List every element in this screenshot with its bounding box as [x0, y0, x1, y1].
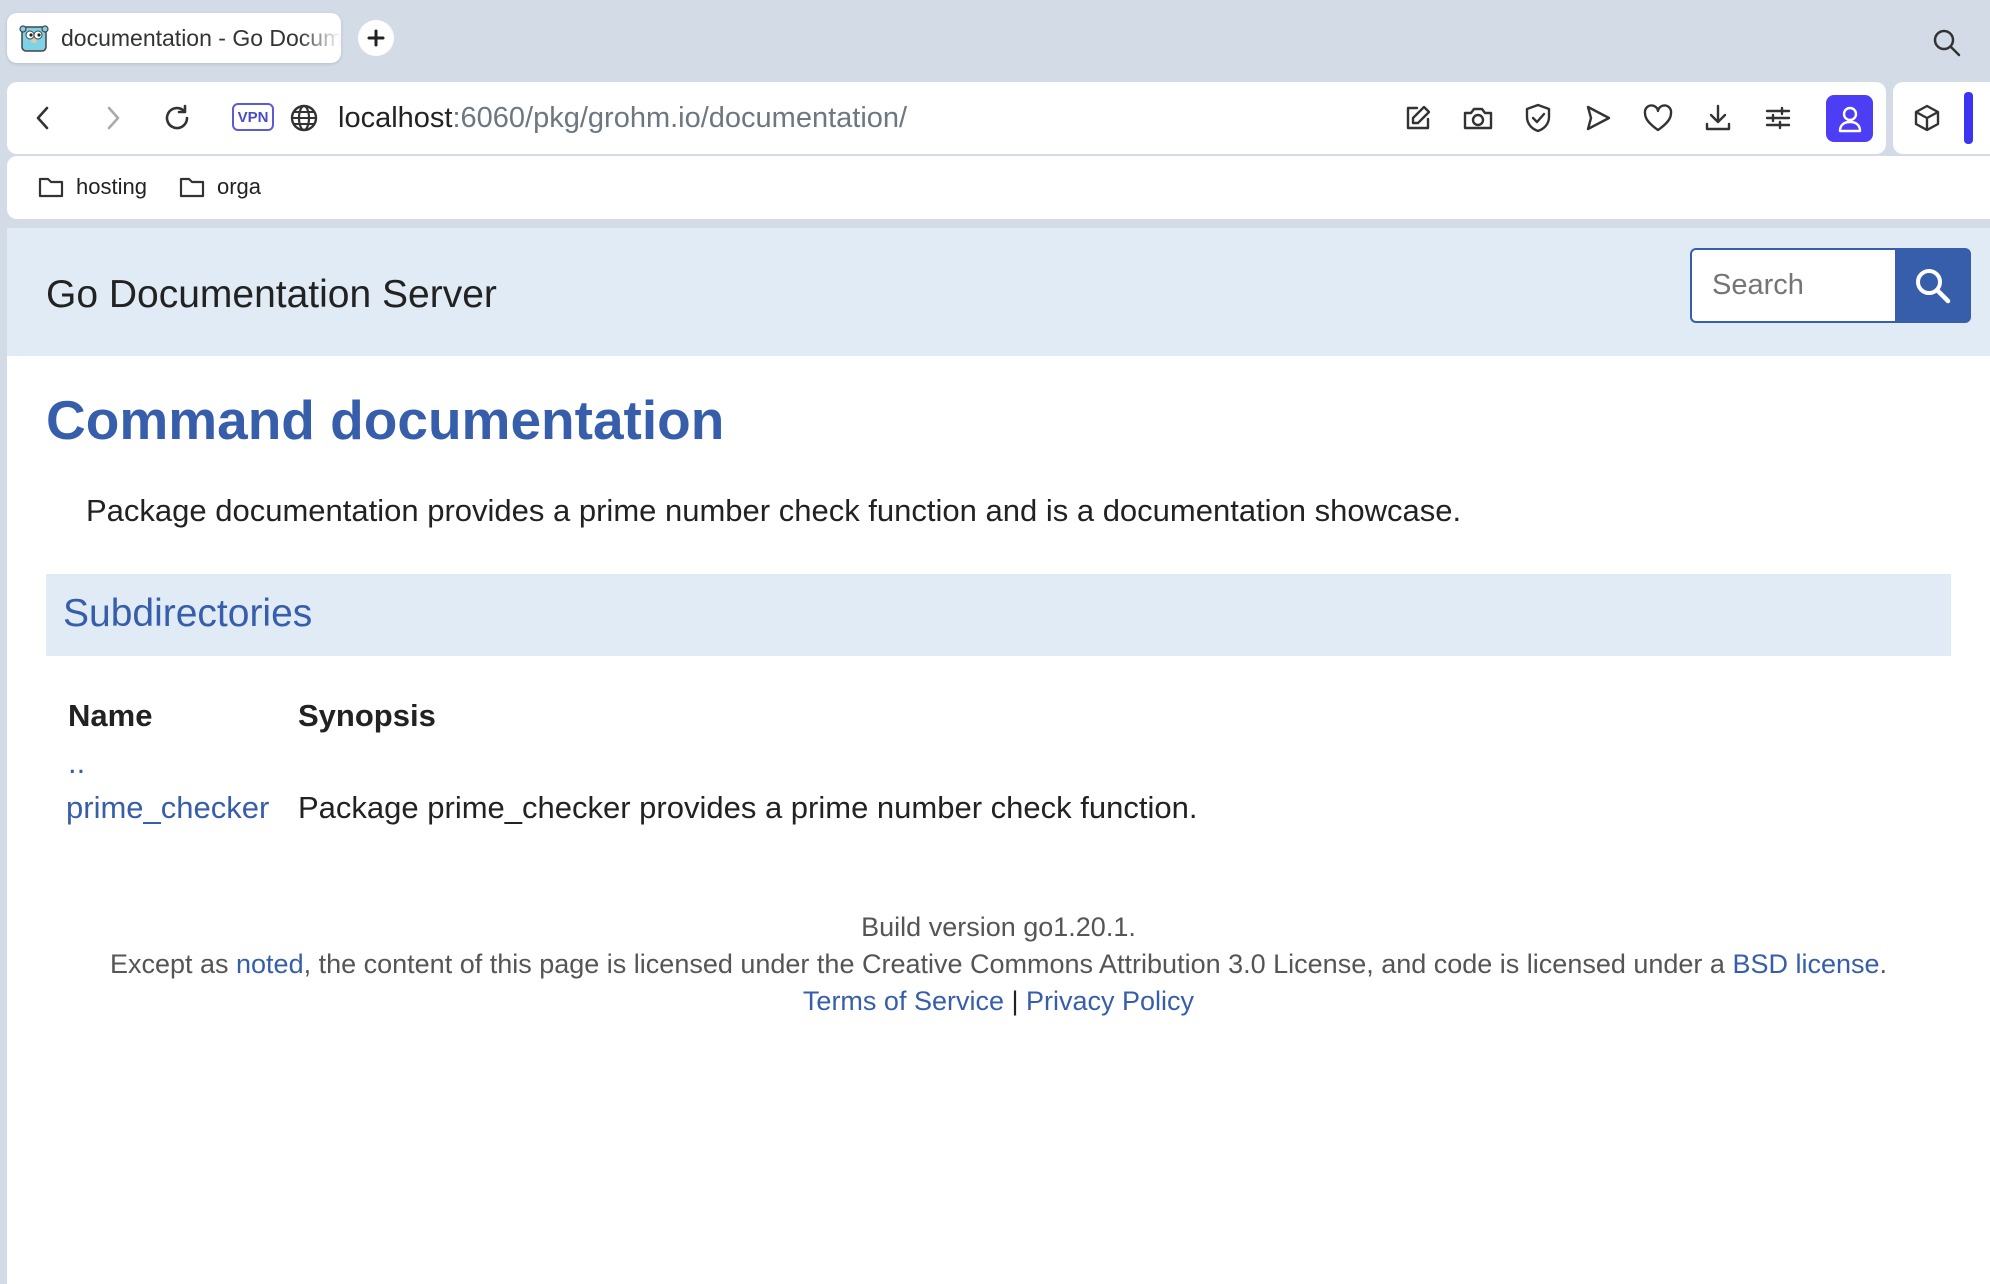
search-input[interactable] — [1690, 248, 1895, 323]
bookmark-folder-hosting[interactable]: hosting — [38, 174, 147, 200]
search-icon — [1933, 29, 1961, 57]
bookmarks-bar: hosting orga — [7, 156, 1990, 219]
subdirectories-header[interactable]: Subdirectories — [46, 574, 1951, 656]
bookmark-folder-orga[interactable]: orga — [179, 174, 261, 200]
column-header-name: Name — [68, 698, 153, 733]
profile-button[interactable] — [1826, 95, 1873, 142]
edit-icon — [1406, 105, 1431, 130]
chevron-right-icon — [107, 106, 120, 130]
bookmark-label: hosting — [76, 174, 147, 199]
cube-icon — [1914, 104, 1940, 132]
privacy-policy-link[interactable]: Privacy Policy — [1026, 986, 1194, 1016]
active-tab[interactable]: documentation - Go Documentation Server — [7, 13, 341, 63]
url-field[interactable]: localhost:6060/pkg/grohm.io/documentatio… — [338, 102, 907, 135]
site-info-button[interactable] — [288, 102, 320, 134]
bsd-license-link[interactable]: BSD license — [1732, 949, 1879, 979]
reload-icon — [165, 104, 189, 130]
url-path: :6060/pkg/grohm.io/documentation/ — [452, 102, 908, 134]
sidebar-toggle-indicator[interactable] — [1964, 92, 1973, 144]
footer-separator: | — [1003, 986, 1027, 1016]
send-button[interactable] — [1580, 100, 1616, 136]
bookmark-label: orga — [217, 174, 262, 199]
user-icon — [1838, 106, 1861, 132]
shield-button[interactable] — [1520, 100, 1556, 136]
tab-bar: documentation - Go Documentation Server — [0, 0, 1990, 80]
vpn-badge[interactable]: VPN — [232, 103, 274, 131]
search-button[interactable] — [1895, 248, 1971, 323]
site-header: Go Documentation Server — [7, 228, 1990, 356]
shield-icon — [1525, 103, 1551, 133]
license-suffix: . — [1879, 949, 1888, 979]
camera-icon — [1463, 107, 1493, 130]
footer-links: Terms of Service | Privacy Policy — [7, 986, 1990, 1017]
favorite-button[interactable] — [1640, 100, 1676, 136]
forward-button[interactable] — [97, 102, 129, 134]
subdirectory-link-prime-checker[interactable]: prime_checker — [66, 790, 269, 826]
new-tab-button[interactable] — [358, 20, 394, 56]
screenshot-button[interactable] — [1460, 100, 1496, 136]
heart-icon — [1643, 104, 1673, 132]
back-button[interactable] — [27, 102, 59, 134]
column-header-synopsis: Synopsis — [298, 698, 436, 733]
sliders-icon — [1765, 106, 1791, 130]
folder-icon — [179, 177, 205, 198]
send-icon — [1586, 105, 1611, 131]
license-prefix: Except as — [109, 949, 237, 979]
downloads-button[interactable] — [1700, 100, 1736, 136]
reload-button[interactable] — [160, 101, 194, 135]
edit-button[interactable] — [1400, 100, 1436, 136]
noted-link[interactable]: noted — [236, 949, 304, 979]
package-synopsis: Package documentation provides a prime n… — [86, 493, 1462, 528]
extensions-panel — [1893, 82, 1990, 154]
download-icon — [1705, 104, 1731, 131]
address-bar: VPN localhost:6060/pkg/grohm.io/document… — [7, 82, 1886, 154]
license-middle: , the content of this page is licensed u… — [303, 949, 1733, 979]
subdirectories-title: Subdirectories — [63, 592, 313, 635]
parent-directory-link[interactable]: .. — [68, 745, 85, 781]
page-title: Command documentation — [46, 389, 725, 451]
tab-title: documentation - Go Documentation Server — [61, 24, 341, 51]
plus-icon — [367, 29, 385, 47]
chevron-left-icon — [36, 106, 49, 130]
folder-icon — [38, 177, 64, 198]
url-host: localhost — [338, 102, 453, 134]
terms-of-service-link[interactable]: Terms of Service — [803, 986, 1004, 1016]
license-text: Except as noted, the content of this pag… — [7, 949, 1990, 980]
build-version: Build version go1.20.1. — [861, 912, 1136, 942]
subdirectory-synopsis: Package prime_checker provides a prime n… — [298, 790, 1198, 825]
settings-button[interactable] — [1760, 100, 1796, 136]
site-title[interactable]: Go Documentation Server — [46, 273, 497, 317]
gopher-favicon-icon — [19, 25, 49, 52]
extensions-button[interactable] — [1909, 100, 1945, 136]
tab-search-button[interactable] — [1932, 28, 1962, 63]
page-content: Go Documentation Server Command document… — [7, 228, 1990, 1284]
globe-icon — [290, 104, 318, 132]
search-icon — [1916, 268, 1951, 303]
